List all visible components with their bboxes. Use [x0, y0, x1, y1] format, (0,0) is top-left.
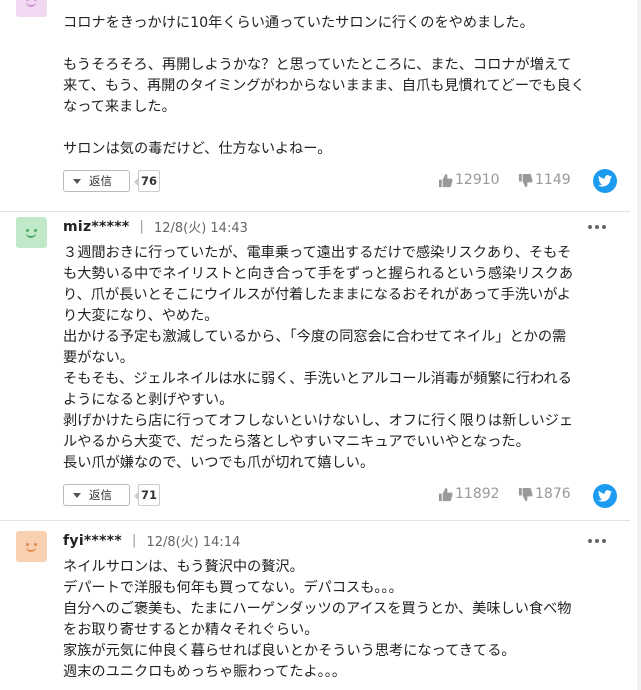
like-count: 12910	[455, 172, 500, 188]
dislike-button[interactable]: 1149	[518, 172, 571, 188]
comment-line: 長い爪が嫌なので、いつでも爪が切れて嬉しい。	[63, 455, 375, 471]
twitter-icon	[598, 490, 612, 502]
comment-line: 週末のユニクロもめっちゃ賑わってたよ。。。	[63, 664, 347, 680]
comment-body: ３週間おきに行っていたが、電車乗って遠出するだけで感染リスクあり、そもそ も大勢…	[63, 243, 608, 474]
comment-line: もうそろそろ、再開しようかな？と思っていたところに、また、コロナが増えて	[63, 57, 572, 73]
dislike-count: 1149	[535, 172, 571, 188]
comment-line: 出かける予定も激減しているから、「今度の同窓会に合わせてネイル」とかの需	[63, 329, 567, 345]
avatar-eye	[26, 543, 29, 546]
avatar-eye	[26, 0, 29, 1]
twitter-share-button[interactable]	[593, 169, 617, 193]
reply-button[interactable]: 返信	[63, 170, 130, 192]
twitter-share-button[interactable]	[593, 484, 617, 508]
comment-line: デパートで洋服も何年も買ってない。デパコスも。。。	[63, 580, 403, 596]
comment-body: ネイルサロンは、もう贅沢中の贅沢。 デパートで洋服も何年も買ってない。デパコスも…	[63, 557, 608, 683]
comment-line: も大勢いる中でネイリストと向き合って手をずっと握られるという感染リスクあ	[63, 266, 574, 282]
dislike-button[interactable]: 1876	[518, 486, 571, 502]
reply-count: 76	[134, 170, 160, 192]
comment-line: ３週間おきに行っていたが、電車乗って遠出するだけで感染リスクあり、そもそ	[63, 245, 572, 261]
reply-label: 返信	[89, 488, 112, 502]
meta-separator: |	[132, 533, 137, 548]
comment-line: コロナをきっかけに10年くらい通っていたサロンに行くのをやめました。	[63, 15, 534, 31]
comment-line: なって来ました。	[63, 99, 176, 115]
chevron-down-icon	[73, 178, 81, 184]
comment-line: 自分へのご褒美も、たまにハーゲンダッツのアイスを買うとか、美味しい食べ物	[63, 601, 572, 617]
avatar-eye	[26, 229, 29, 232]
meta-separator: |	[139, 219, 144, 234]
comment-line: 家族が元気に仲良く暮らせれば良いとかそういう思考になってきてる。	[63, 643, 516, 659]
comment-line: ようになると剥げやすい。	[63, 392, 234, 408]
twitter-icon	[598, 175, 612, 187]
comment-line: り大変になり、やめた。	[63, 308, 219, 324]
comment-line	[63, 118, 608, 139]
username[interactable]: fyi*****	[63, 533, 122, 549]
comment-line: をお取り寄せするとか精々それぐらい。	[63, 622, 319, 638]
comment-item: コロナをきっかけに10年くらい通っていたサロンに行くのをやめました。 もうそろそ…	[0, 0, 630, 212]
like-button[interactable]: 12910	[438, 172, 500, 188]
more-options-icon[interactable]	[588, 539, 606, 545]
comment-body: コロナをきっかけに10年くらい通っていたサロンに行くのをやめました。 もうそろそ…	[63, 13, 608, 160]
username[interactable]: miz*****	[63, 219, 130, 235]
like-count: 11892	[455, 486, 500, 502]
timestamp: 12/8(火) 14:43	[153, 221, 248, 236]
comment-meta: miz***** | 12/8(火) 14:43	[63, 217, 248, 237]
avatar-mouth	[26, 233, 36, 238]
comment-line: ネイルサロンは、もう贅沢中の贅沢。	[63, 559, 304, 575]
chevron-down-icon	[73, 492, 81, 498]
comment-line: ルやるから大変で、だったら落としやすいマニキュアでいいやとなった。	[63, 434, 530, 450]
thumbs-down-icon	[518, 173, 533, 187]
scrollbar[interactable]	[637, 0, 641, 690]
thumbs-up-icon	[438, 487, 453, 501]
comment-line: 剥げかけたら店に行ってオフしないといけないし、オフに行く限りは新しいジェ	[63, 413, 574, 429]
comment-line: り、爪が長いとそこにウイルスが付着したままになるおそれがあって手洗いがよ	[63, 287, 571, 303]
reply-label: 返信	[89, 174, 112, 188]
avatar-eye	[34, 0, 37, 1]
comment-line	[63, 34, 608, 55]
avatar-mouth	[26, 2, 36, 7]
thumbs-down-icon	[518, 487, 533, 501]
comment-item: miz***** | 12/8(火) 14:43 ３週間おきに行っていたが、電車…	[0, 211, 630, 521]
avatar	[16, 531, 47, 562]
thumbs-up-icon	[438, 173, 453, 187]
comment-line: サロンは気の毒だけど、仕方ないよねー。	[63, 141, 332, 157]
reply-count: 71	[134, 484, 160, 506]
avatar	[16, 217, 47, 248]
like-button[interactable]: 11892	[438, 486, 500, 502]
reply-button[interactable]: 返信	[63, 484, 130, 506]
avatar-eye	[34, 229, 37, 232]
comment-line: 要がない。	[63, 350, 134, 366]
avatar-mouth	[26, 547, 36, 552]
dislike-count: 1876	[535, 486, 571, 502]
timestamp: 12/8(火) 14:14	[146, 535, 241, 550]
comment-item: fyi***** | 12/8(火) 14:14 ネイルサロンは、もう贅沢中の贅…	[0, 520, 630, 690]
more-options-icon[interactable]	[588, 225, 606, 231]
avatar-eye	[34, 543, 37, 546]
comment-line: 来て、もう、再開のタイミングがわからないままま、自爪も見慣れてどーでも良く	[63, 78, 585, 94]
comment-meta: fyi***** | 12/8(火) 14:14	[63, 531, 241, 551]
comment-line: そもそも、ジェルネイルは水に弱く、手洗いとアルコール消毒が頻繁に行われる	[63, 371, 572, 387]
avatar	[16, 0, 47, 17]
